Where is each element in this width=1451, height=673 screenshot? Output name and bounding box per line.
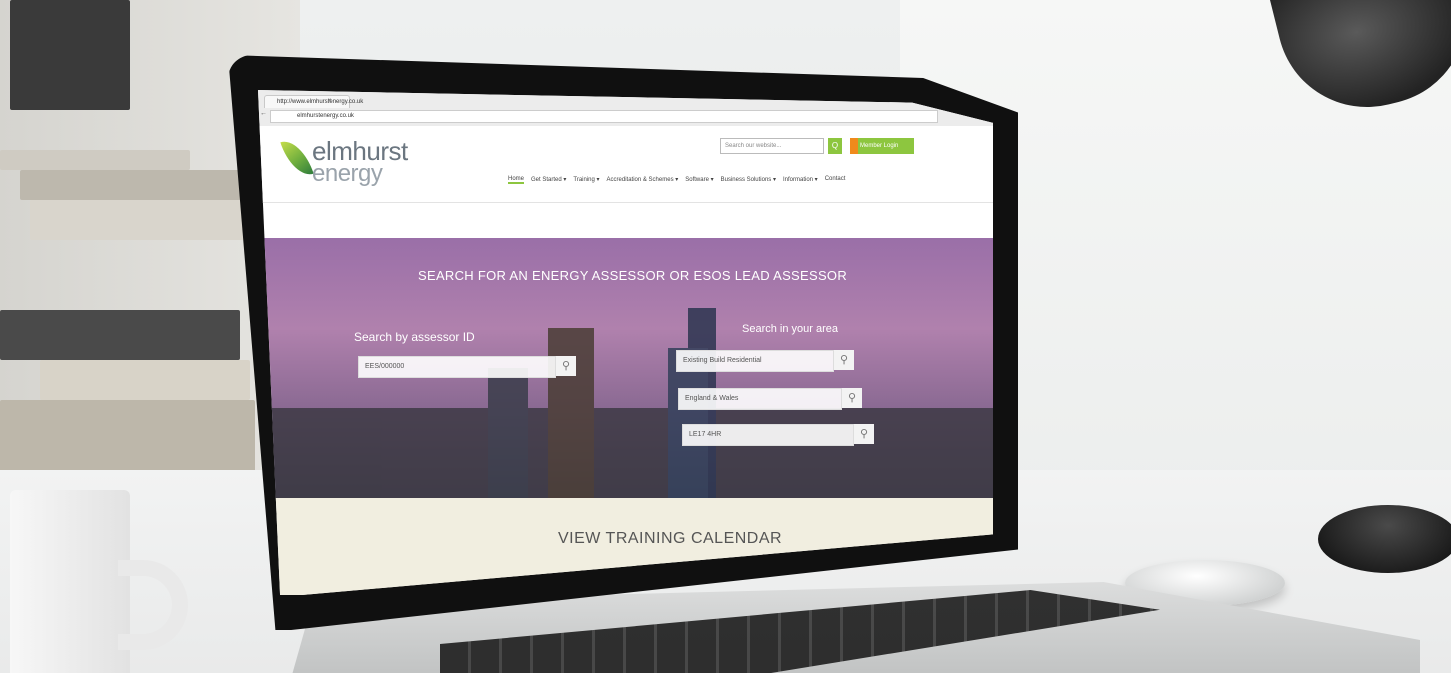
photo-scene: http://www.elmhurstenergy.co.uk × ← → C … <box>0 0 1451 673</box>
site-header: elmhurst energy Search our website... Q … <box>258 126 993 203</box>
magnifier-icon[interactable]: ⚲ <box>842 388 862 408</box>
site-search-button[interactable]: Q <box>828 138 842 154</box>
nav-business-solutions[interactable]: Business Solutions ▾ <box>721 176 776 184</box>
view-training-calendar-link[interactable]: VIEW TRAINING CALENDAR <box>558 530 782 548</box>
magnifier-icon[interactable]: ⚲ <box>854 424 874 444</box>
nav-contact[interactable]: Contact <box>825 176 846 184</box>
laptop-screen: http://www.elmhurstenergy.co.uk × ← → C … <box>258 90 993 595</box>
region-select[interactable]: England & Wales <box>678 388 842 410</box>
postcode-input[interactable]: LE17 4HR <box>682 424 854 446</box>
nav-get-started[interactable]: Get Started ▾ <box>531 176 566 184</box>
nav-accreditation[interactable]: Accreditation & Schemes ▾ <box>607 176 679 184</box>
logo-text-energy[interactable]: energy <box>312 160 383 188</box>
city-skyline <box>258 298 993 498</box>
magnifier-icon[interactable]: ⚲ <box>556 356 576 376</box>
site-search-input[interactable]: Search our website... <box>720 138 824 154</box>
hero-title: SEARCH FOR AN ENERGY ASSESSOR OR ESOS LE… <box>418 268 848 283</box>
book <box>0 400 255 475</box>
leaf-logo-icon <box>280 135 314 181</box>
mug <box>10 490 130 673</box>
main-navigation: Home Get Started ▾ Training ▾ Accreditat… <box>508 176 845 184</box>
tab-close-icon[interactable]: × <box>328 95 332 107</box>
book <box>0 310 240 360</box>
nav-information[interactable]: Information ▾ <box>783 176 818 184</box>
magnifier-icon[interactable]: ⚲ <box>834 350 854 370</box>
nav-home[interactable]: Home <box>508 176 525 184</box>
book <box>20 170 250 200</box>
area-search-label: Search in your area <box>742 323 838 335</box>
assessor-id-label: Search by assessor ID <box>354 330 475 344</box>
book <box>40 360 250 400</box>
nav-software[interactable]: Software ▾ <box>685 176 713 184</box>
property-type-select[interactable]: Existing Build Residential <box>676 350 834 372</box>
address-bar[interactable]: elmhurstenergy.co.uk <box>270 110 938 123</box>
book <box>30 200 250 240</box>
book <box>10 0 130 110</box>
lamp-base <box>1318 505 1451 573</box>
member-login-button[interactable]: Member Login <box>850 138 914 154</box>
assessor-id-input[interactable]: EES/000000 <box>358 356 556 378</box>
nav-training[interactable]: Training ▾ <box>573 176 599 184</box>
lock-icon <box>850 138 858 154</box>
browser-tab[interactable]: http://www.elmhurstenergy.co.uk <box>264 95 363 108</box>
book <box>0 150 190 170</box>
hero-banner: SEARCH FOR AN ENERGY ASSESSOR OR ESOS LE… <box>258 238 993 498</box>
